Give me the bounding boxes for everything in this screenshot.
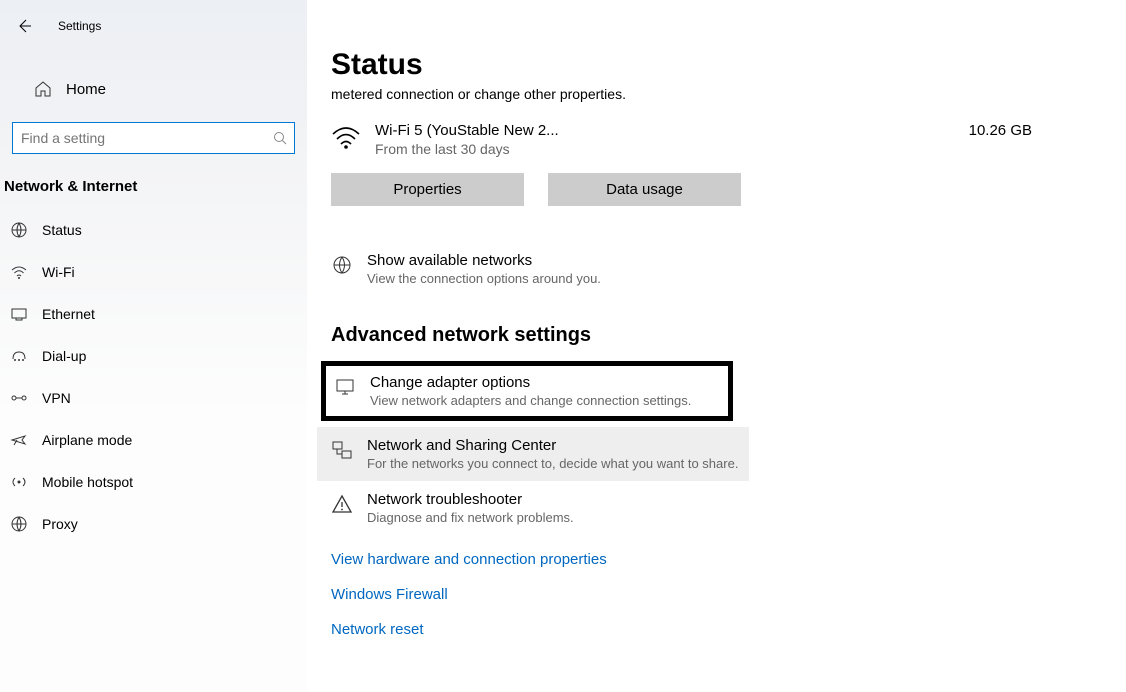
- change-adapter-highlight: Change adapter options View network adap…: [321, 361, 733, 421]
- sidebar-item-vpn[interactable]: VPN: [2, 377, 307, 419]
- properties-button[interactable]: Properties: [331, 173, 524, 206]
- sidebar-item-hotspot[interactable]: Mobile hotspot: [2, 461, 307, 503]
- option-sub: View the connection options around you.: [367, 271, 601, 286]
- network-sub: From the last 30 days: [375, 141, 969, 157]
- section-heading: Advanced network settings: [331, 324, 1102, 347]
- change-adapter-options[interactable]: Change adapter options View network adap…: [334, 372, 722, 410]
- airplane-icon: [10, 431, 28, 449]
- link-hardware-properties[interactable]: View hardware and connection properties: [331, 551, 1102, 568]
- search-wrap: [12, 122, 295, 154]
- cutoff-text: metered connection or change other prope…: [331, 86, 1102, 102]
- link-network-reset[interactable]: Network reset: [331, 621, 1102, 638]
- option-title: Network troubleshooter: [367, 491, 574, 508]
- app-title: Settings: [58, 19, 101, 33]
- network-troubleshooter[interactable]: Network troubleshooter Diagnose and fix …: [331, 481, 1102, 535]
- wifi-icon: [331, 124, 365, 150]
- back-button[interactable]: [12, 14, 36, 38]
- proxy-icon: [10, 515, 28, 533]
- search-input[interactable]: [12, 122, 295, 154]
- sidebar-item-label: Wi-Fi: [42, 264, 75, 280]
- ethernet-icon: [10, 305, 28, 323]
- option-sub: Diagnose and fix network problems.: [367, 510, 574, 525]
- option-title: Network and Sharing Center: [367, 437, 738, 454]
- network-sharing-center[interactable]: Network and Sharing Center For the netwo…: [331, 437, 743, 471]
- dialup-icon: [10, 347, 28, 365]
- network-sharing-center-hover: Network and Sharing Center For the netwo…: [317, 427, 749, 481]
- sidebar: Settings Home Network & Internet Status …: [0, 0, 307, 692]
- home-label: Home: [66, 81, 106, 98]
- option-sub: View network adapters and change connect…: [370, 393, 691, 408]
- network-name: Wi-Fi 5 (YouStable New 2...: [375, 122, 969, 139]
- sidebar-item-dialup[interactable]: Dial-up: [2, 335, 307, 377]
- usage-amount: 10.26 GB: [969, 122, 1102, 139]
- option-title: Change adapter options: [370, 374, 691, 391]
- sidebar-item-label: Dial-up: [42, 348, 86, 364]
- page-title: Status: [331, 48, 1102, 82]
- home-icon: [34, 80, 52, 98]
- main-content: Status metered connection or change othe…: [307, 0, 1126, 692]
- sidebar-item-label: Airplane mode: [42, 432, 132, 448]
- data-usage-button[interactable]: Data usage: [548, 173, 741, 206]
- sidebar-item-airplane[interactable]: Airplane mode: [2, 419, 307, 461]
- wifi-icon: [10, 263, 28, 281]
- link-windows-firewall[interactable]: Windows Firewall: [331, 586, 1102, 603]
- sidebar-item-label: Proxy: [42, 516, 78, 532]
- option-title: Show available networks: [367, 252, 601, 269]
- globe-icon: [331, 254, 353, 276]
- sidebar-item-proxy[interactable]: Proxy: [2, 503, 307, 545]
- sharing-icon: [331, 439, 353, 461]
- show-available-networks[interactable]: Show available networks View the connect…: [331, 242, 1102, 296]
- hotspot-icon: [10, 473, 28, 491]
- arrow-left-icon: [16, 18, 32, 34]
- category-label: Network & Internet: [2, 154, 307, 209]
- warning-icon: [331, 493, 353, 515]
- sidebar-item-label: VPN: [42, 390, 71, 406]
- sidebar-item-ethernet[interactable]: Ethernet: [2, 293, 307, 335]
- vpn-icon: [10, 389, 28, 407]
- sidebar-item-label: Mobile hotspot: [42, 474, 133, 490]
- sidebar-item-status[interactable]: Status: [2, 209, 307, 251]
- sidebar-item-label: Ethernet: [42, 306, 95, 322]
- sidebar-home[interactable]: Home: [0, 70, 307, 108]
- sidebar-item-wifi[interactable]: Wi-Fi: [2, 251, 307, 293]
- globe-icon: [10, 221, 28, 239]
- option-sub: For the networks you connect to, decide …: [367, 456, 738, 471]
- network-summary: Wi-Fi 5 (YouStable New 2... From the las…: [331, 118, 1102, 167]
- sidebar-item-label: Status: [42, 222, 82, 238]
- monitor-icon: [334, 376, 356, 398]
- search-icon: [273, 131, 287, 145]
